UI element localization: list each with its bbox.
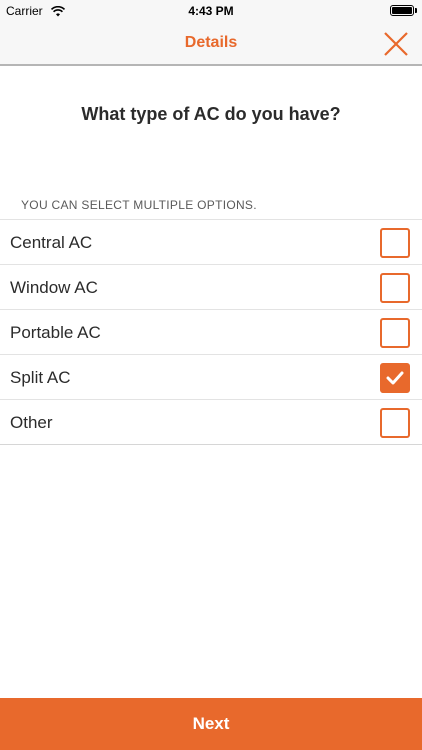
option-row[interactable]: Other: [0, 400, 422, 445]
next-button-label: Next: [192, 714, 230, 733]
option-checkbox[interactable]: [380, 318, 410, 348]
close-button[interactable]: [382, 30, 410, 58]
option-label: Central AC: [10, 233, 93, 252]
option-checkbox[interactable]: [380, 408, 410, 438]
close-icon: [384, 32, 408, 56]
question-heading: What type of AC do you have?: [81, 104, 341, 124]
option-label: Split AC: [10, 368, 71, 387]
battery-tip: [415, 8, 417, 13]
option-row[interactable]: Portable AC: [0, 310, 422, 355]
option-checkbox[interactable]: [380, 363, 410, 393]
battery-icon: [390, 5, 414, 16]
option-checkbox[interactable]: [380, 273, 410, 303]
option-row[interactable]: Split AC: [0, 355, 422, 400]
page-title: Details: [184, 34, 238, 51]
nav-bar: Details: [0, 22, 422, 66]
clock: 4:43 PM: [188, 4, 234, 18]
status-bar: Carrier 4:43 PM: [0, 0, 422, 22]
option-row[interactable]: Central AC: [0, 220, 422, 265]
checkmark-icon: [386, 371, 404, 385]
option-checkbox[interactable]: [380, 228, 410, 258]
option-label: Window AC: [10, 278, 98, 297]
option-label: Other: [10, 413, 53, 432]
option-label: Portable AC: [10, 323, 101, 342]
multiple-select-hint: YOU CAN SELECT MULTIPLE OPTIONS.: [21, 198, 257, 212]
next-button[interactable]: Next: [0, 698, 422, 750]
options-list: Central AC Window AC Portable AC Split AC Ot…: [0, 219, 422, 445]
option-row[interactable]: Window AC: [0, 265, 422, 310]
